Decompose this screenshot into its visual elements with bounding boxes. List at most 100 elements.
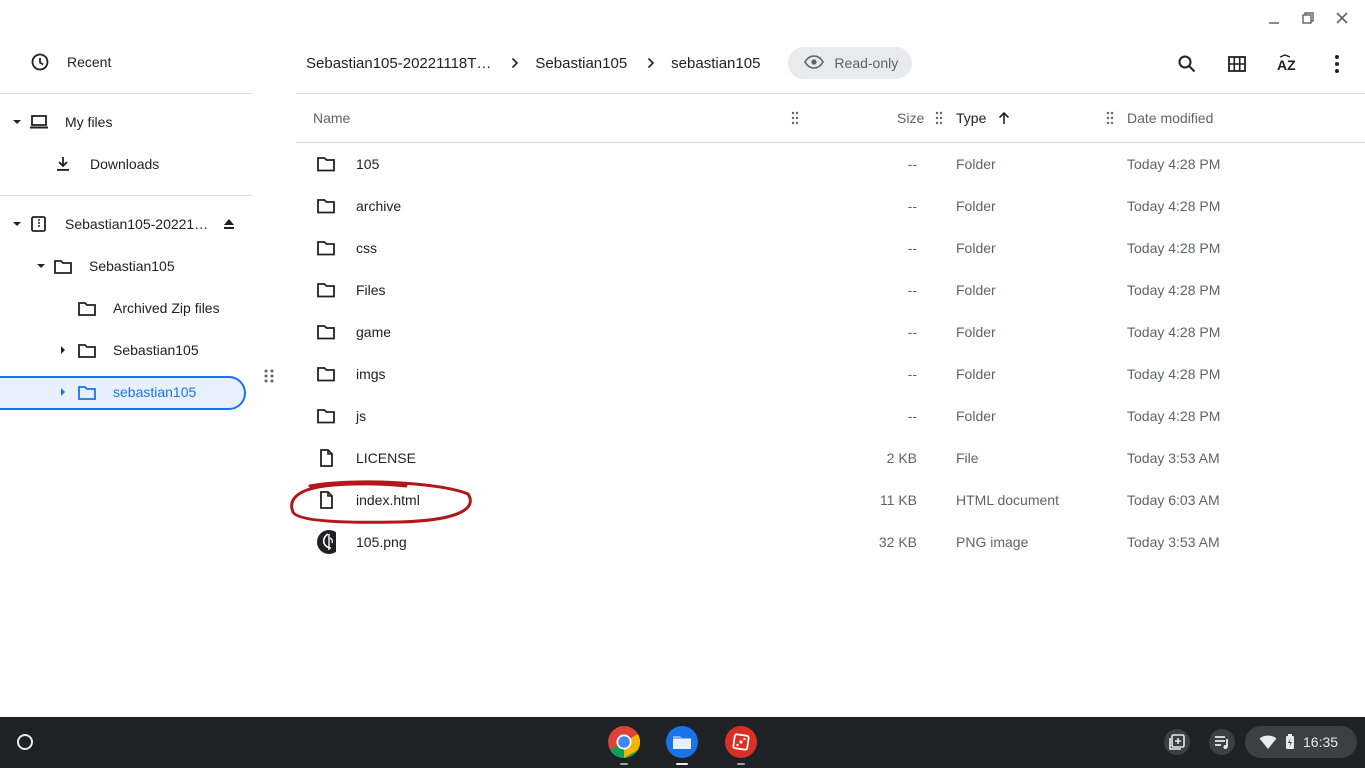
sidebar-item-sebastian105-sub[interactable]: Sebastian105 (58, 333, 199, 367)
file-type: Folder (956, 240, 996, 256)
file-type: Folder (956, 156, 996, 172)
holding-space-button[interactable] (1164, 729, 1190, 755)
more-vert-icon (1335, 55, 1339, 73)
column-header-date[interactable]: Date modified (1127, 94, 1213, 142)
launcher-button[interactable] (10, 727, 40, 757)
sidebar-item-label: sebastian105 (113, 384, 197, 400)
folder-icon (316, 311, 336, 353)
table-row[interactable]: js -- Folder Today 4:28 PM (296, 395, 1365, 437)
file-type: Folder (956, 366, 996, 382)
file-name: js (356, 408, 367, 424)
chevron-right-icon (511, 57, 519, 69)
file-size: -- (907, 198, 917, 214)
file-size: 32 KB (878, 534, 917, 550)
file-rows: 105 -- Folder Today 4:28 PM archive -- Folder T… (296, 143, 1365, 563)
files-app-button[interactable] (665, 725, 699, 765)
file-icon (316, 437, 336, 479)
table-row[interactable]: index.html 11 KB HTML document Today 6:03 A… (296, 479, 1365, 521)
breadcrumb-item[interactable]: Sebastian105-20221118T… (306, 55, 491, 72)
file-type: Folder (956, 282, 996, 298)
table-row[interactable]: LICENSE 2 KB File Today 3:53 AM (296, 437, 1365, 479)
file-type: HTML document (956, 492, 1059, 508)
breadcrumb-item[interactable]: sebastian105 (671, 55, 760, 72)
table-row[interactable]: Files -- Folder Today 4:28 PM (296, 269, 1365, 311)
file-date-modified: Today 4:28 PM (1127, 366, 1221, 382)
breadcrumb-item[interactable]: Sebastian105 (535, 55, 627, 72)
eject-icon[interactable] (222, 214, 236, 234)
caret-right-icon[interactable] (58, 387, 68, 397)
sidebar-item-sebastian105-selected[interactable]: sebastian105 (58, 375, 196, 409)
download-icon (53, 154, 73, 174)
sidebar-item-sebastian105-folder[interactable]: Sebastian105 (36, 249, 175, 283)
column-resize-icon[interactable] (935, 111, 943, 125)
file-name: index.html (356, 492, 420, 508)
file-name: 105.png (356, 534, 407, 550)
file-type: PNG image (956, 534, 1029, 550)
grid-view-button[interactable] (1221, 48, 1253, 80)
taskbar-shelf: 16:35 (0, 717, 1365, 768)
drag-handle-icon (264, 369, 274, 383)
minimize-icon (1269, 22, 1279, 24)
caret-right-icon[interactable] (58, 345, 68, 355)
chrome-app-button[interactable] (607, 725, 641, 765)
status-area-button[interactable]: 16:35 (1245, 726, 1357, 758)
column-header-type-label: Type (956, 110, 987, 126)
table-header: Name Size Type Date modified (296, 94, 1365, 143)
file-name: 105 (356, 156, 380, 172)
file-type: Folder (956, 198, 996, 214)
file-date-modified: Today 4:28 PM (1127, 156, 1221, 172)
file-size: -- (907, 282, 917, 298)
sidebar-item-label: Archived Zip files (113, 300, 220, 316)
table-row[interactable]: imgs -- Folder Today 4:28 PM (296, 353, 1365, 395)
sidebar-item-label: Sebastian105-20221… (65, 216, 209, 232)
column-resize-icon[interactable] (791, 111, 799, 125)
restore-button[interactable] (1293, 6, 1323, 30)
file-name: css (356, 240, 377, 256)
sidebar-item-downloads[interactable]: Downloads (53, 147, 159, 181)
table-row[interactable]: 105 -- Folder Today 4:28 PM (296, 143, 1365, 185)
media-controls-button[interactable] (1209, 729, 1235, 755)
search-icon (1178, 55, 1196, 73)
file-size: -- (907, 366, 917, 382)
file-name: Files (356, 282, 386, 298)
column-resize-icon[interactable] (1106, 111, 1114, 125)
table-row[interactable]: css -- Folder Today 4:28 PM (296, 227, 1365, 269)
file-date-modified: Today 4:28 PM (1127, 198, 1221, 214)
sidebar-item-label: My files (65, 114, 113, 130)
sidebar-resize-handle[interactable] (263, 368, 275, 384)
caret-down-icon[interactable] (36, 261, 46, 271)
folder-icon (316, 269, 336, 311)
file-date-modified: Today 4:28 PM (1127, 282, 1221, 298)
file-date-modified: Today 4:28 PM (1127, 240, 1221, 256)
more-options-button[interactable] (1321, 48, 1353, 80)
sidebar-item-archive-root[interactable]: Sebastian105-20221… (12, 207, 236, 241)
caret-down-icon[interactable] (12, 117, 22, 127)
laptop-icon (29, 112, 49, 132)
sidebar-item-label: Recent (67, 54, 112, 70)
sort-button[interactable]: AZ (1271, 48, 1303, 80)
sidebar-item-recent[interactable]: Recent (30, 45, 111, 79)
file-name: archive (356, 198, 402, 214)
screencast-app-button[interactable] (724, 725, 758, 765)
table-row[interactable]: 105.png 32 KB PNG image Today 3:53 AM (296, 521, 1365, 563)
running-indicator (676, 763, 688, 765)
column-header-size[interactable]: Size (897, 94, 924, 142)
sidebar-item-my-files[interactable]: My files (12, 105, 112, 139)
file-name: imgs (356, 366, 386, 382)
column-header-name[interactable]: Name (313, 94, 350, 142)
file-name: game (356, 324, 392, 340)
caret-down-icon[interactable] (12, 219, 22, 229)
search-button[interactable] (1171, 48, 1203, 80)
column-header-type[interactable]: Type (956, 94, 1010, 142)
minimize-button[interactable] (1259, 6, 1289, 30)
sidebar-item-archived-zip-files[interactable]: Archived Zip files (77, 291, 220, 325)
sidebar-item-label: Sebastian105 (89, 258, 175, 274)
file-type: File (956, 450, 979, 466)
close-button[interactable] (1327, 6, 1357, 30)
files-app-icon (666, 726, 698, 758)
file-size: -- (907, 408, 917, 424)
table-row[interactable]: game -- Folder Today 4:28 PM (296, 311, 1365, 353)
launcher-circle-icon (17, 734, 33, 750)
table-row[interactable]: archive -- Folder Today 4:28 PM (296, 185, 1365, 227)
clock-time: 16:35 (1303, 734, 1339, 750)
